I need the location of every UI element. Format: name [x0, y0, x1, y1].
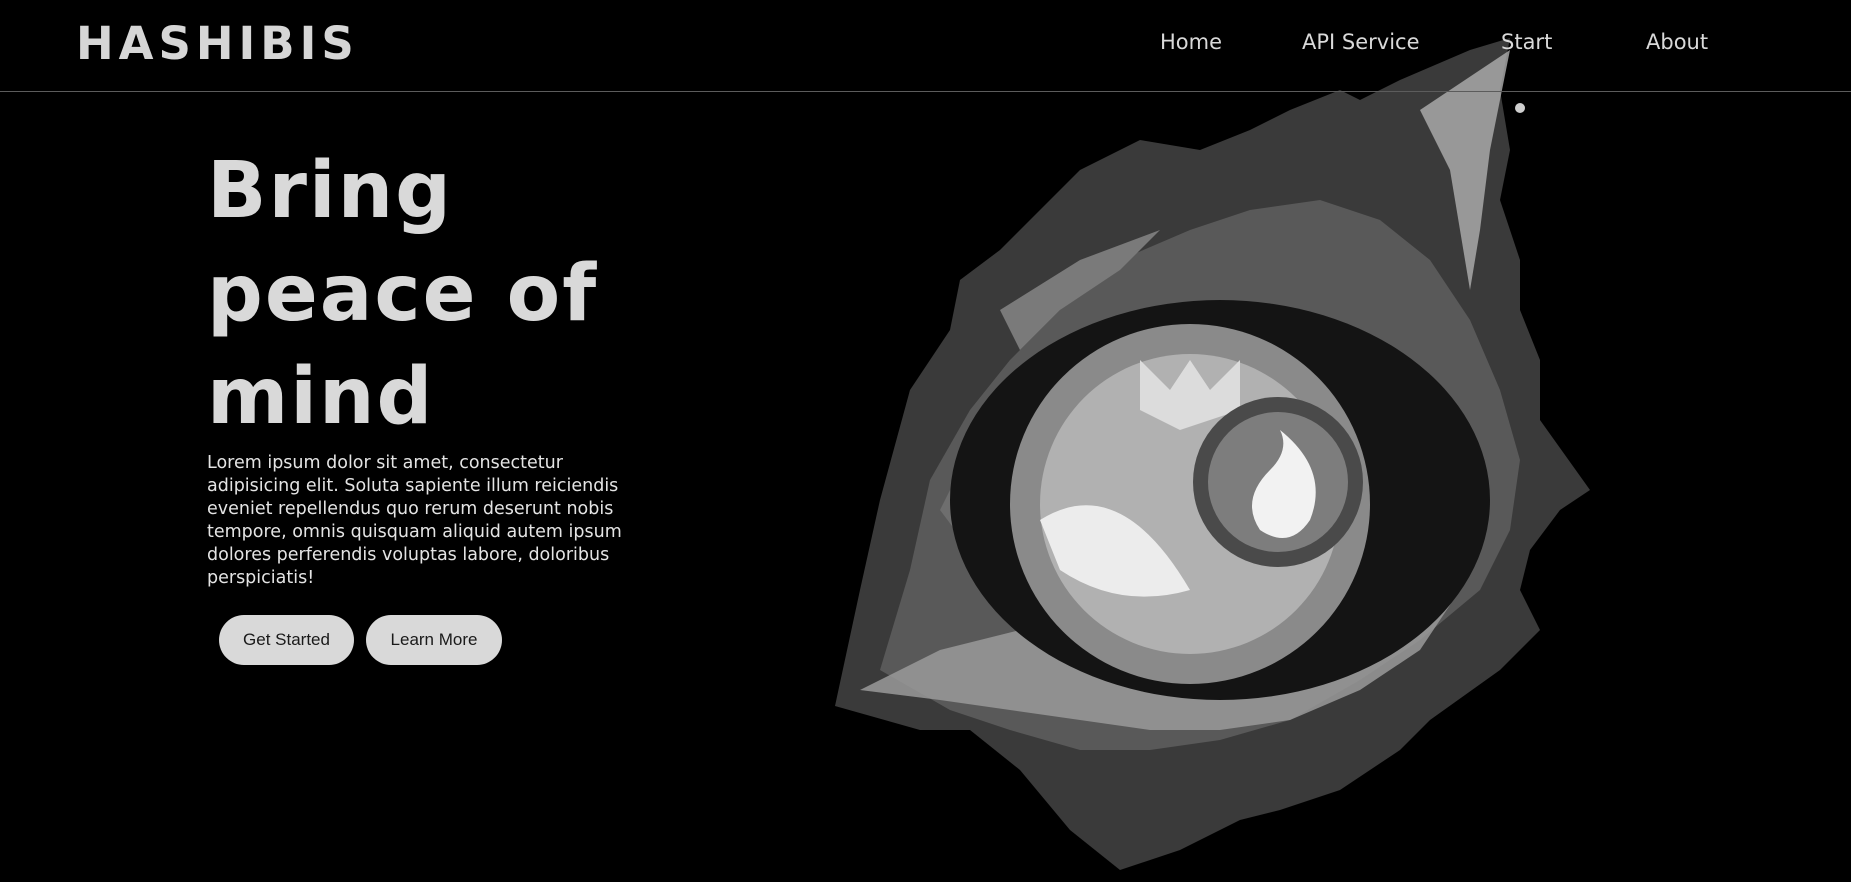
nav-home[interactable]: Home	[1160, 28, 1222, 56]
hero-title-line-1: Bring	[207, 146, 454, 236]
hero-description: Lorem ipsum dolor sit amet, consectetur …	[207, 453, 622, 588]
site-logo[interactable]: HASHIBIS	[76, 14, 359, 74]
nav-api-service[interactable]: API Service	[1302, 28, 1420, 56]
get-started-button[interactable]: Get Started	[219, 615, 354, 665]
hero-title: Bring peace of mind	[207, 140, 627, 449]
hero-title-line-2: peace of	[207, 249, 599, 339]
nav-about[interactable]: About	[1646, 28, 1708, 56]
nav-start[interactable]: Start	[1501, 28, 1552, 56]
dragon-eye-illustration	[835, 38, 1590, 870]
learn-more-button[interactable]: Learn More	[366, 615, 502, 665]
spark-dot	[1515, 103, 1525, 113]
site-header: HASHIBIS Home API Service Start About	[0, 0, 1851, 92]
hero-title-line-3: mind	[207, 352, 435, 442]
